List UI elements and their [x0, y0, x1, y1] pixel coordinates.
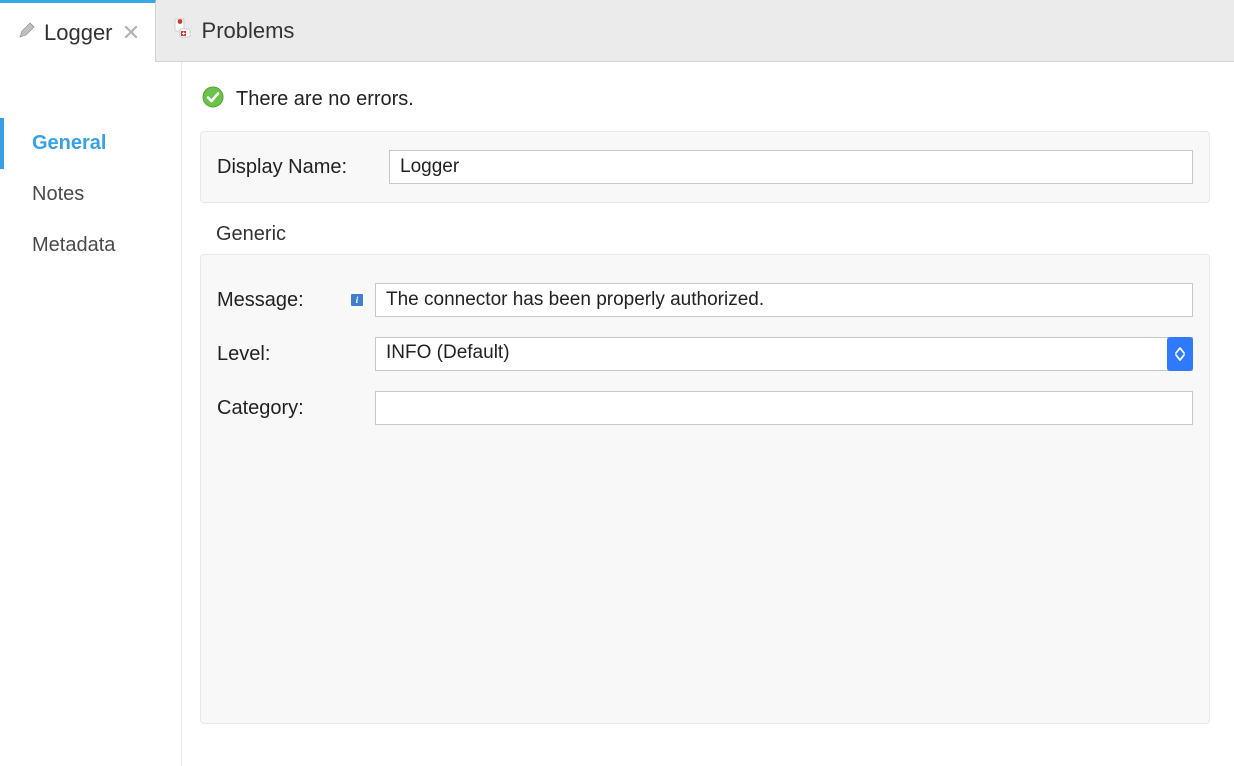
sidebar-item-label: Notes: [32, 183, 84, 205]
sidebar-item-metadata[interactable]: Metadata: [0, 220, 181, 271]
status-row: There are no errors.: [202, 86, 1210, 113]
tab-problems[interactable]: Problems: [156, 0, 314, 61]
tab-label: Logger: [44, 20, 113, 46]
category-input[interactable]: [375, 391, 1193, 425]
sidebar-item-general[interactable]: General: [0, 118, 181, 169]
category-label: Category:: [217, 397, 337, 420]
tab-logger[interactable]: Logger: [0, 0, 156, 62]
info-icon: i: [351, 294, 363, 306]
display-name-label: Display Name:: [217, 156, 377, 179]
level-label: Level:: [217, 343, 337, 366]
generic-panel: Message: i Level: INFO (Default): [200, 254, 1210, 724]
sidebar-item-notes[interactable]: Notes: [0, 169, 181, 220]
sidebar: General Notes Metadata: [0, 62, 182, 766]
content-area: There are no errors. Display Name: Gener…: [182, 62, 1234, 766]
level-select-value: INFO (Default): [375, 337, 1193, 371]
message-input[interactable]: [375, 283, 1193, 317]
tab-bar: Logger Problems: [0, 0, 1234, 62]
tab-label: Problems: [202, 18, 295, 44]
problems-icon: [174, 18, 194, 43]
section-title-generic: Generic: [216, 223, 1210, 246]
level-select[interactable]: INFO (Default): [375, 337, 1193, 371]
check-circle-icon: [202, 86, 224, 113]
pencil-icon: [18, 21, 36, 44]
sidebar-item-label: General: [32, 132, 106, 154]
close-icon[interactable]: [125, 22, 137, 43]
display-name-panel: Display Name:: [200, 131, 1210, 203]
display-name-input[interactable]: [389, 150, 1193, 184]
status-message: There are no errors.: [236, 88, 414, 111]
message-label: Message:: [217, 289, 337, 312]
sidebar-item-label: Metadata: [32, 234, 115, 256]
